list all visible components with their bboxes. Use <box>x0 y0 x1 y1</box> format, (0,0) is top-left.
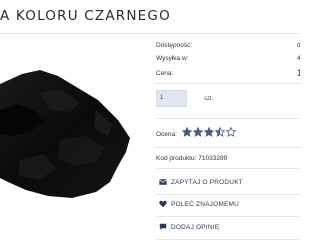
price-row: Cena: 1 <box>156 68 300 78</box>
product-code-row: Kod produktu: 71033289 <box>156 155 227 162</box>
price-divider <box>156 83 300 84</box>
star-full-icon[interactable] <box>204 127 214 137</box>
rating-divider <box>156 147 300 148</box>
product-image[interactable] <box>0 40 148 250</box>
price-label: Cena: <box>156 70 174 77</box>
add-review-button[interactable]: DODAJ OPINIĘ <box>156 218 300 238</box>
add-review-label: DODAJ OPINIĘ <box>171 224 220 231</box>
title-divider <box>0 33 300 34</box>
star-full-icon[interactable] <box>193 127 203 137</box>
shipping-label: Wysyłka w: <box>156 55 189 62</box>
heart-icon <box>159 200 167 208</box>
ask-about-product-button[interactable]: ZAPYTAJ O PRODUKT <box>156 173 300 193</box>
review-divider <box>156 239 300 240</box>
price-value: 1 <box>297 68 300 78</box>
product-code-label: Kod produktu: <box>156 155 197 162</box>
availability-label: Dostępność: <box>156 42 193 49</box>
recommend-divider <box>156 216 300 217</box>
shipping-value: 4 <box>297 55 300 62</box>
quantity-input[interactable]: 1 <box>156 90 187 107</box>
code-divider <box>156 168 300 169</box>
star-empty-icon[interactable] <box>226 127 236 137</box>
rating-label: Ocena: <box>156 131 177 138</box>
comment-icon <box>159 223 167 231</box>
product-page: A KOLORU CZARNEGO Dostępność: d Wysyłka … <box>0 0 300 250</box>
product-title: A KOLORU CZARNEGO <box>0 8 171 24</box>
product-info-panel: Dostępność: d Wysyłka w: 4 Cena: 1 1 szt… <box>156 38 300 250</box>
availability-row: Dostępność: d <box>156 42 300 49</box>
product-photo-graphic <box>0 70 130 198</box>
star-half-icon[interactable] <box>215 127 225 137</box>
rating-stars[interactable] <box>182 127 236 139</box>
availability-value: d <box>297 42 300 49</box>
shipping-row: Wysyłka w: 4 <box>156 55 300 62</box>
recommend-to-friend-label: POLEĆ ZNAJOMEMU <box>171 201 240 208</box>
product-code-value: 71033289 <box>198 155 228 162</box>
quantity-divider <box>156 118 300 119</box>
recommend-to-friend-button[interactable]: POLEĆ ZNAJOMEMU <box>156 195 300 215</box>
envelope-icon <box>159 179 167 185</box>
quantity-unit: szt. <box>204 96 214 102</box>
star-full-icon[interactable] <box>182 127 192 137</box>
ask-about-product-label: ZAPYTAJ O PRODUKT <box>171 179 243 186</box>
